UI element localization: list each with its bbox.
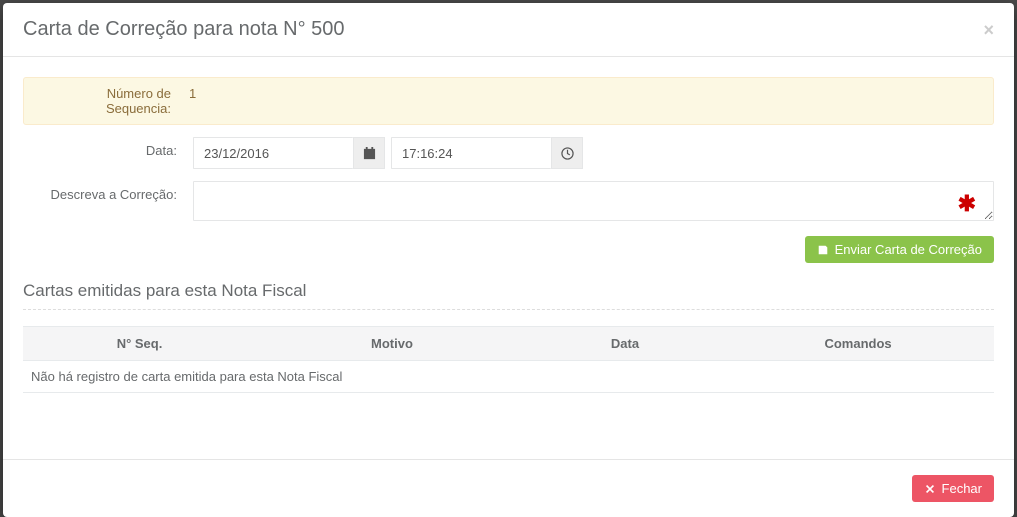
save-icon [817,244,829,256]
x-icon [924,483,936,495]
send-button-row: Enviar Carta de Correção [23,236,994,263]
col-data: Data [528,327,722,361]
calendar-icon[interactable] [353,137,385,169]
modal-dialog: Carta de Correção para nota N° 500 × Núm… [3,3,1014,517]
empty-message: Não há registro de carta emitida para es… [23,361,994,393]
description-label: Descreva a Correção: [23,181,193,202]
table-row: Não há registro de carta emitida para es… [23,361,994,393]
sequence-value: 1 [189,86,196,101]
col-comandos: Comandos [722,327,994,361]
modal-title: Carta de Correção para nota N° 500 [23,18,345,41]
issued-letters-table: N° Seq. Motivo Data Comandos Não há regi… [23,326,994,393]
time-input[interactable] [391,137,551,169]
description-wrap: ✱ [193,181,994,224]
modal-header: Carta de Correção para nota N° 500 × [3,3,1014,57]
issued-letters-heading: Cartas emitidas para esta Nota Fiscal [23,281,994,301]
modal-footer: Fechar [3,459,1014,517]
close-button-label: Fechar [942,481,982,496]
col-motivo: Motivo [256,327,528,361]
send-correction-button[interactable]: Enviar Carta de Correção [805,236,994,263]
send-button-label: Enviar Carta de Correção [835,242,982,257]
date-input-group [193,137,385,169]
description-textarea[interactable] [193,181,994,221]
sequence-label: Número de Sequencia: [39,86,189,116]
date-label: Data: [23,137,193,158]
date-row: Data: [23,137,994,169]
close-icon[interactable]: × [983,21,994,39]
table-header-row: N° Seq. Motivo Data Comandos [23,327,994,361]
section-divider [23,309,994,310]
time-input-group [391,137,583,169]
col-seq: N° Seq. [23,327,256,361]
close-button[interactable]: Fechar [912,475,994,502]
sequence-alert: Número de Sequencia: 1 [23,77,994,125]
date-input[interactable] [193,137,353,169]
description-row: Descreva a Correção: ✱ [23,181,994,224]
clock-icon[interactable] [551,137,583,169]
modal-body: Número de Sequencia: 1 Data: [3,57,1014,459]
